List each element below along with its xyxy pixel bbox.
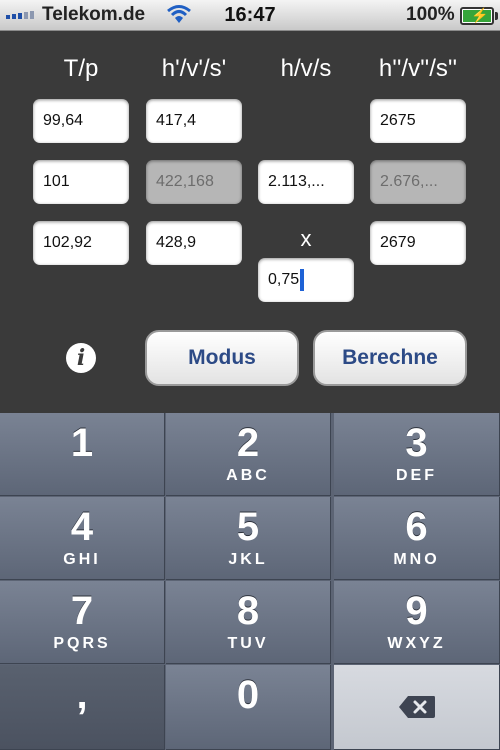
key-6-letters: MNO	[393, 551, 440, 568]
key-8[interactable]: 8 TUV	[166, 581, 331, 664]
text-cursor	[300, 269, 305, 291]
quality-input-value: 0,75	[268, 271, 300, 288]
field-liquid-result: 422,168	[146, 160, 242, 204]
key-2-digit: 2	[236, 421, 260, 465]
key-delete[interactable]	[334, 665, 500, 750]
key-comma[interactable]: ,	[0, 665, 165, 750]
header-saturated-vapor: h''/v''/s''	[378, 55, 458, 82]
header-temperature-pressure: T/p	[63, 55, 99, 82]
key-4-digit: 4	[70, 505, 94, 549]
key-2[interactable]: 2 ABC	[166, 413, 331, 496]
key-5-digit: 5	[236, 505, 260, 549]
backspace-icon	[399, 696, 435, 718]
key-4[interactable]: 4 GHI	[0, 497, 165, 580]
key-0[interactable]: 0	[166, 665, 331, 750]
field-temperature-1[interactable]: 99,64	[33, 99, 129, 143]
key-4-letters: GHI	[63, 551, 101, 568]
field-vapor-1[interactable]: 2675	[370, 99, 466, 143]
key-1[interactable]: 1	[0, 413, 165, 496]
field-vapor-result: 2.676,...	[370, 160, 466, 204]
key-3-digit: 3	[405, 421, 428, 465]
field-liquid-1[interactable]: 417,4	[146, 99, 242, 143]
quality-input[interactable]: 0,75	[258, 258, 354, 302]
key-6[interactable]: 6 MNO	[334, 497, 500, 580]
key-9-letters: WXYZ	[387, 635, 446, 652]
key-2-letters: ABC	[226, 467, 270, 484]
calculate-button[interactable]: Berechne	[313, 330, 467, 386]
mode-button[interactable]: Modus	[145, 330, 299, 386]
key-3-letters: DEF	[396, 467, 437, 484]
status-bar: Telekom.de 16:47 100% ⚡	[0, 0, 500, 31]
key-7-digit: 7	[70, 589, 94, 633]
key-3[interactable]: 3 DEF	[334, 413, 500, 496]
field-liquid-3[interactable]: 428,9	[146, 221, 242, 265]
key-8-digit: 8	[236, 589, 260, 633]
field-vapor-3[interactable]: 2679	[370, 221, 466, 265]
key-8-letters: TUV	[227, 635, 269, 652]
header-mixture: h/v/s	[280, 55, 332, 82]
key-5-letters: JKL	[228, 551, 268, 568]
field-temperature-3[interactable]: 102,92	[33, 221, 129, 265]
key-9-digit: 9	[405, 589, 428, 633]
battery-percentage: 100%	[406, 4, 455, 25]
key-9[interactable]: 9 WXYZ	[334, 581, 500, 664]
battery-icon: ⚡	[460, 7, 498, 25]
field-temperature-2[interactable]: 101	[33, 160, 129, 204]
key-0-digit: 0	[236, 673, 260, 717]
quality-label: x	[300, 226, 312, 251]
key-7[interactable]: 7 PQRS	[0, 581, 165, 664]
info-icon[interactable]: i	[66, 343, 96, 373]
key-5[interactable]: 5 JKL	[166, 497, 331, 580]
calculator-panel: T/p h'/v'/s' h/v/s h''/v''/s'' 99,64 417…	[0, 31, 500, 413]
key-1-digit: 1	[70, 421, 94, 465]
key-comma-label: ,	[76, 673, 88, 717]
key-7-letters: PQRS	[53, 635, 111, 652]
field-mixture-result[interactable]: 2.113,...	[258, 160, 354, 204]
numeric-keypad: 1 2 ABC 3 DEF 4 GHI 5 JKL 6 MNO 7 PQRS 8…	[0, 413, 500, 750]
key-6-digit: 6	[405, 505, 428, 549]
header-saturated-liquid: h'/v'/s'	[161, 55, 227, 82]
